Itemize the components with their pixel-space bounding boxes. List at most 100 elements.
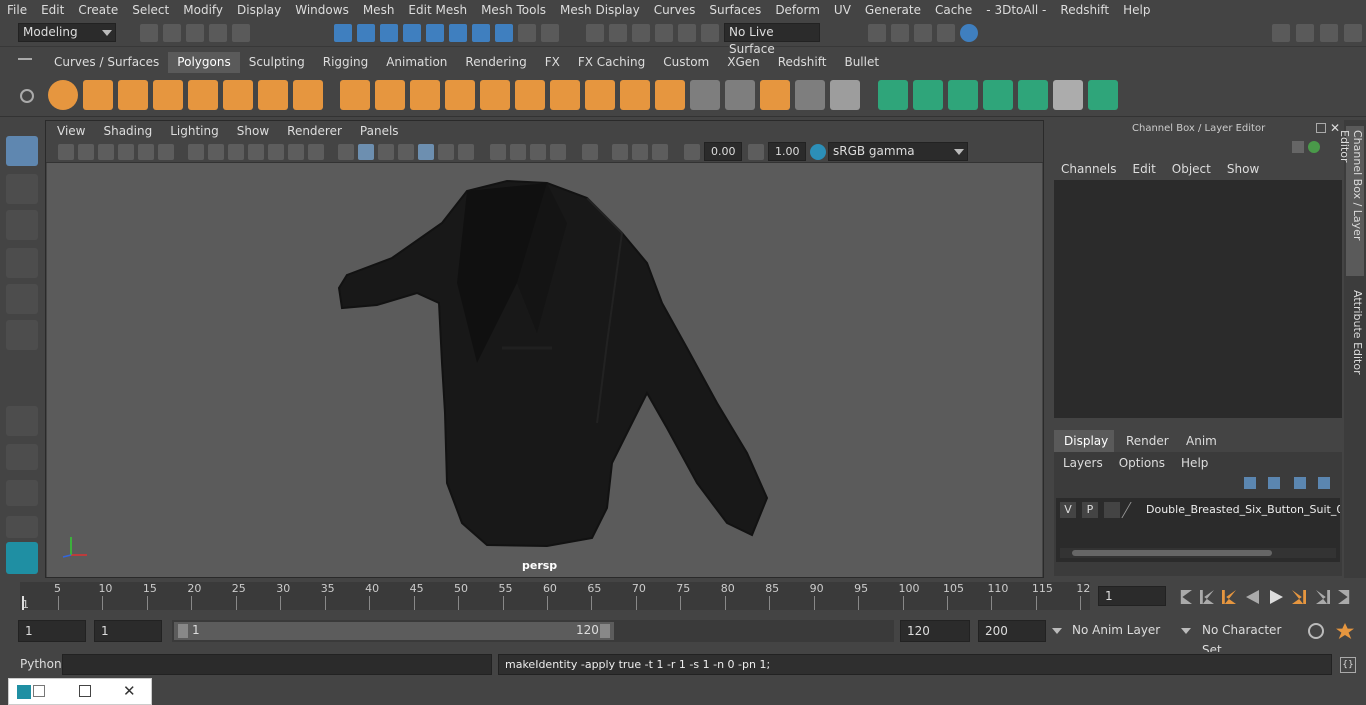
open-scene-icon[interactable] — [163, 24, 181, 42]
play-forward-icon[interactable] — [1270, 590, 1283, 604]
poly-cube-icon[interactable] — [83, 80, 113, 110]
automatic-uv-icon[interactable] — [725, 80, 755, 110]
character-set-selector[interactable]: No Character Set — [1196, 620, 1300, 657]
depth-of-field-icon[interactable] — [550, 144, 566, 160]
animation-start-field[interactable]: 1 — [18, 620, 86, 642]
poly-pyramid-icon[interactable] — [258, 80, 288, 110]
menu-create[interactable]: Create — [71, 3, 125, 17]
float-panel-icon[interactable] — [1316, 123, 1326, 133]
side-tab-attribute-editor[interactable]: Attribute Editor — [1346, 286, 1364, 386]
default-material-icon[interactable] — [378, 144, 394, 160]
options-menu[interactable]: Options — [1111, 456, 1173, 470]
combine-icon[interactable] — [340, 80, 370, 110]
snap-center-icon[interactable] — [701, 24, 719, 42]
layers-menu[interactable]: Layers — [1054, 456, 1111, 470]
step-forward-icon[interactable] — [1316, 590, 1330, 604]
shelf-tab-rigging[interactable]: Rigging — [314, 52, 377, 73]
channel-box-icon[interactable] — [1344, 24, 1362, 42]
edge-mode-icon[interactable] — [426, 24, 444, 42]
menu-3dtoall[interactable]: - 3DtoAll - — [979, 3, 1053, 17]
shelf-tab-xgen[interactable]: XGen — [718, 52, 769, 73]
exposure-icon[interactable] — [684, 144, 700, 160]
xray-components-icon[interactable] — [652, 144, 668, 160]
menu-mesh-tools[interactable]: Mesh Tools — [474, 3, 553, 17]
uv-mode-icon[interactable] — [472, 24, 490, 42]
safe-title-icon[interactable] — [308, 144, 324, 160]
exposure-field[interactable]: 0.00 — [704, 142, 742, 161]
resolution-gate-icon[interactable] — [228, 144, 244, 160]
menu-select[interactable]: Select — [125, 3, 176, 17]
layer-display-type-toggle[interactable] — [1104, 502, 1120, 518]
command-input[interactable] — [62, 654, 492, 675]
current-time-marker[interactable] — [22, 596, 24, 610]
poly-cone-icon[interactable] — [153, 80, 183, 110]
2d-pan-icon[interactable] — [138, 144, 154, 160]
rotate-tool-icon[interactable] — [6, 284, 38, 314]
grease-pencil-icon[interactable] — [158, 144, 174, 160]
show-menu[interactable]: Show — [1219, 162, 1267, 176]
render-view-icon[interactable] — [868, 24, 886, 42]
lasso-tool-icon[interactable] — [6, 174, 38, 204]
layer-color-swatch[interactable] — [1121, 502, 1145, 518]
help-icon[interactable] — [495, 24, 513, 42]
play-backward-icon[interactable] — [1246, 590, 1259, 604]
colorspace-selector[interactable]: sRGB gamma — [828, 142, 968, 161]
move-layer-up-icon[interactable] — [1244, 477, 1256, 489]
mirror-icon[interactable] — [410, 80, 440, 110]
playback-end-field[interactable]: 120 — [900, 620, 970, 642]
menu-mesh-display[interactable]: Mesh Display — [553, 3, 647, 17]
isolate-select-icon[interactable] — [582, 144, 598, 160]
render-frame-icon[interactable] — [891, 24, 909, 42]
shelf-tab-bullet[interactable]: Bullet — [835, 52, 888, 73]
two-view-icon[interactable] — [6, 480, 38, 506]
step-forward-key-icon[interactable] — [1292, 590, 1306, 604]
lock-icon[interactable] — [518, 24, 536, 42]
menu-surfaces[interactable]: Surfaces — [702, 3, 768, 17]
snap-view-icon[interactable] — [655, 24, 673, 42]
extrude-icon[interactable] — [515, 80, 545, 110]
menu-generate[interactable]: Generate — [858, 3, 928, 17]
highlight-icon[interactable] — [541, 24, 559, 42]
playback-start-field[interactable]: 1 — [94, 620, 162, 642]
motion-blur-icon[interactable] — [510, 144, 526, 160]
script-language-label[interactable]: Python — [20, 657, 62, 671]
xray-icon[interactable] — [612, 144, 628, 160]
animation-end-field[interactable]: 200 — [978, 620, 1046, 642]
menu-uv[interactable]: UV — [827, 3, 858, 17]
menu-edit-mesh[interactable]: Edit Mesh — [401, 3, 474, 17]
scale-tool-icon[interactable] — [6, 320, 38, 350]
poly-pipe-icon[interactable] — [293, 80, 323, 110]
object-menu[interactable]: Object — [1164, 162, 1219, 176]
maximize-window-icon[interactable] — [79, 685, 91, 697]
wireframe-on-shaded-icon[interactable] — [418, 144, 434, 160]
shelf-tab-animation[interactable]: Animation — [377, 52, 456, 73]
green-tool-2-icon[interactable] — [948, 80, 978, 110]
camera-select-icon[interactable] — [58, 144, 74, 160]
uv-editor-icon[interactable] — [760, 80, 790, 110]
close-window-icon[interactable]: ✕ — [123, 682, 136, 700]
step-back-icon[interactable] — [1200, 590, 1214, 604]
textured-icon[interactable] — [398, 144, 414, 160]
select-tool-icon[interactable] — [6, 136, 38, 166]
shadows-icon[interactable] — [458, 144, 474, 160]
multi-cut-icon[interactable] — [585, 80, 615, 110]
menu-curves[interactable]: Curves — [647, 3, 703, 17]
chevron-down-icon[interactable] — [1052, 628, 1062, 634]
redo-icon[interactable] — [232, 24, 250, 42]
snap-point-icon[interactable] — [632, 24, 650, 42]
menu-windows[interactable]: Windows — [288, 3, 356, 17]
color-management-icon[interactable] — [810, 144, 826, 160]
green-tool-1-icon[interactable] — [913, 80, 943, 110]
attribute-editor-icon[interactable] — [1296, 24, 1314, 42]
poly-torus-icon[interactable] — [223, 80, 253, 110]
side-tab-channel-box[interactable]: Channel Box / Layer Editor — [1338, 126, 1364, 276]
snap-curve-icon[interactable] — [609, 24, 627, 42]
hypershade-icon[interactable] — [960, 24, 978, 42]
new-scene-icon[interactable] — [140, 24, 158, 42]
go-to-start-icon[interactable] — [1180, 590, 1192, 604]
ipr-render-icon[interactable] — [914, 24, 932, 42]
shelf-tab-redshift[interactable]: Redshift — [769, 52, 836, 73]
xray-joints-icon[interactable] — [632, 144, 648, 160]
anim-layer-selector[interactable]: No Anim Layer — [1066, 620, 1178, 642]
layer-tab-display[interactable]: Display — [1054, 430, 1114, 452]
